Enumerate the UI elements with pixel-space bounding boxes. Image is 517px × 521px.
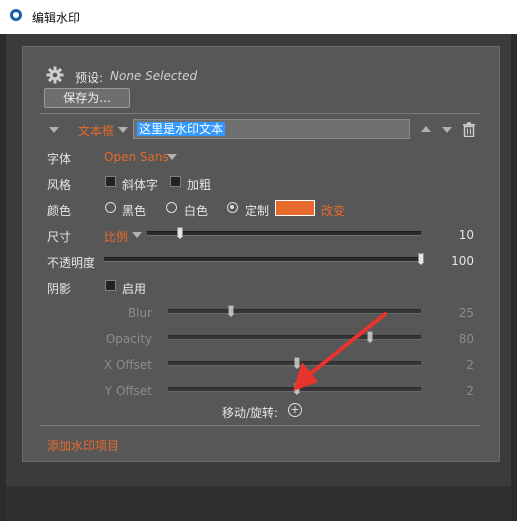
shadow-enable-label: 启用 bbox=[122, 282, 147, 296]
shadow-y-offset-value: 2 bbox=[466, 384, 474, 398]
color-black-label: 黑色 bbox=[122, 204, 147, 218]
bottom-area bbox=[6, 486, 511, 521]
shadow-blur-track[interactable] bbox=[168, 309, 421, 314]
left-edge bbox=[0, 34, 6, 521]
shadow-blur-value: 25 bbox=[458, 306, 474, 320]
opacity-value: 100 bbox=[451, 254, 474, 268]
color-label: 颜色 bbox=[47, 204, 72, 218]
change-color-link[interactable]: 改变 bbox=[321, 202, 345, 219]
move-up-icon[interactable] bbox=[421, 126, 431, 132]
size-slider-track[interactable] bbox=[147, 231, 421, 236]
shadow-enable-checkbox[interactable] bbox=[105, 280, 116, 291]
add-watermark-item-link[interactable]: 添加水印项目 bbox=[47, 437, 119, 454]
shadow-opacity-thumb[interactable] bbox=[367, 331, 374, 343]
opacity-label: 不透明度 bbox=[47, 256, 96, 270]
italic-checkbox[interactable] bbox=[105, 176, 116, 187]
shadow-blur-thumb[interactable] bbox=[228, 305, 235, 317]
watermark-text-value: 这里是水印文本 bbox=[137, 122, 226, 136]
font-chevron-down-icon[interactable] bbox=[167, 154, 177, 160]
size-mode-select[interactable]: 比例 bbox=[104, 228, 128, 245]
bold-checkbox[interactable] bbox=[170, 176, 181, 187]
item-type-label[interactable]: 文本框 bbox=[78, 122, 114, 139]
move-rotate-plus-icon[interactable]: + bbox=[288, 403, 302, 417]
shadow-x-offset-label: X Offset bbox=[103, 358, 152, 372]
move-down-icon[interactable] bbox=[442, 127, 452, 133]
preset-value[interactable]: None Selected bbox=[110, 69, 197, 83]
shadow-opacity-track[interactable] bbox=[168, 335, 421, 340]
color-custom-radio[interactable] bbox=[227, 202, 238, 213]
size-mode-chevron-down-icon[interactable] bbox=[132, 232, 142, 238]
shadow-opacity-value: 80 bbox=[458, 332, 474, 346]
collapse-item-icon[interactable] bbox=[49, 127, 59, 133]
size-label: 尺寸 bbox=[47, 230, 72, 244]
color-white-radio[interactable] bbox=[166, 202, 177, 213]
window-title: 编辑水印 bbox=[32, 11, 81, 25]
app-icon bbox=[10, 9, 22, 21]
save-as-button[interactable]: 保存为... bbox=[44, 88, 130, 108]
shadow-blur-label: Blur bbox=[127, 306, 152, 320]
shadow-y-offset-label: Y Offset bbox=[104, 384, 152, 398]
color-swatch[interactable] bbox=[275, 200, 315, 216]
item-type-chevron-down-icon[interactable] bbox=[118, 127, 128, 133]
move-rotate-label: 移动/旋转: bbox=[222, 406, 279, 420]
watermark-text-input[interactable]: 这里是水印文本 bbox=[133, 119, 410, 139]
shadow-x-offset-value: 2 bbox=[466, 358, 474, 372]
opacity-slider-thumb[interactable] bbox=[418, 253, 424, 265]
preset-label: 预设: bbox=[75, 71, 104, 85]
font-select[interactable]: Open Sans bbox=[104, 150, 169, 164]
bold-label: 加粗 bbox=[187, 178, 212, 192]
shadow-x-offset-thumb[interactable] bbox=[294, 357, 301, 369]
divider bbox=[40, 425, 480, 426]
shadow-label: 阴影 bbox=[47, 282, 72, 296]
size-slider-thumb[interactable] bbox=[176, 227, 183, 239]
right-edge bbox=[511, 34, 517, 521]
color-custom-label: 定制 bbox=[245, 204, 270, 218]
gear-icon[interactable] bbox=[46, 66, 64, 84]
font-label: 字体 bbox=[47, 152, 72, 166]
size-value: 10 bbox=[458, 228, 474, 242]
style-label: 风格 bbox=[47, 178, 72, 192]
italic-label: 斜体字 bbox=[122, 178, 159, 192]
title-bar: 编辑水印 bbox=[0, 0, 517, 34]
color-black-radio[interactable] bbox=[105, 202, 116, 213]
shadow-y-offset-thumb[interactable] bbox=[294, 383, 301, 395]
shadow-opacity-label: Opacity bbox=[105, 332, 152, 346]
divider bbox=[40, 113, 480, 114]
color-white-label: 白色 bbox=[184, 204, 209, 218]
opacity-slider-track[interactable] bbox=[104, 257, 421, 262]
trash-icon[interactable] bbox=[462, 122, 476, 137]
